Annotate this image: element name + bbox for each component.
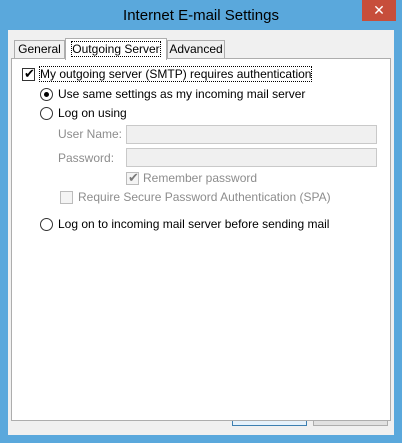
- log-on-incoming-first-label[interactable]: Log on to incoming mail server before se…: [58, 217, 329, 231]
- log-on-using-label[interactable]: Log on using: [58, 106, 127, 120]
- tab-outgoing-server-label: Outgoing Server: [71, 41, 161, 57]
- log-on-using-radio[interactable]: [40, 107, 53, 120]
- tab-outgoing-server[interactable]: Outgoing Server: [65, 38, 167, 60]
- smtp-auth-label[interactable]: My outgoing server (SMTP) requires authe…: [38, 66, 313, 82]
- tab-advanced[interactable]: Advanced: [167, 40, 225, 59]
- radio-selected-dot-icon: [44, 92, 49, 97]
- log-on-incoming-first-radio[interactable]: [40, 218, 53, 231]
- tab-general[interactable]: General: [14, 40, 65, 59]
- user-name-field[interactable]: [126, 125, 377, 144]
- dialog-window: Internet E-mail Settings ✕ General Outgo…: [0, 0, 402, 443]
- close-icon: ✕: [373, 2, 385, 18]
- password-label: Password:: [58, 151, 115, 165]
- close-button[interactable]: ✕: [362, 0, 396, 21]
- password-field[interactable]: [126, 148, 377, 167]
- dialog-client-area: General Outgoing Server Advanced ✔ My ou…: [8, 30, 394, 435]
- use-same-settings-radio[interactable]: [40, 88, 53, 101]
- require-spa-label[interactable]: Require Secure Password Authentication (…: [78, 190, 331, 204]
- smtp-auth-checkbox[interactable]: ✔: [22, 66, 35, 81]
- window-title: Internet E-mail Settings: [123, 7, 279, 24]
- checkmark-icon: ✔: [128, 170, 139, 185]
- use-same-settings-label[interactable]: Use same settings as my incoming mail se…: [58, 87, 305, 101]
- user-name-label: User Name:: [58, 127, 123, 141]
- remember-password-label[interactable]: Remember password: [143, 171, 257, 185]
- outgoing-server-panel: ✔ My outgoing server (SMTP) requires aut…: [11, 58, 391, 421]
- require-spa-checkbox[interactable]: [60, 191, 73, 204]
- checkmark-icon: ✔: [24, 66, 35, 81]
- title-bar[interactable]: Internet E-mail Settings ✕: [0, 0, 402, 30]
- remember-password-checkbox[interactable]: ✔: [126, 170, 139, 185]
